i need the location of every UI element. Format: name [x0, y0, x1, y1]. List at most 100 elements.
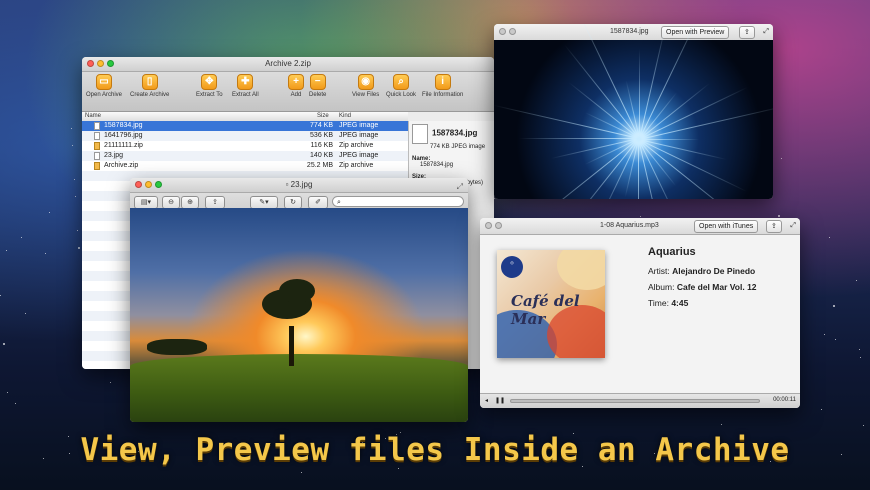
zip-file-icon: [94, 142, 100, 150]
album-value: Cafe del Mar Vol. 12: [676, 282, 757, 292]
file-kind: Zip archive: [339, 142, 374, 149]
quick-look-button[interactable]: ⌕ Quick Look: [386, 74, 416, 98]
file-name: 1641796.jpg: [104, 132, 143, 139]
star: [77, 246, 80, 249]
star: [639, 216, 641, 218]
archive-toolbar: ▭ Open Archive ▯ Create Archive ✥ Extract T…: [82, 72, 494, 112]
view-files-button[interactable]: ◉ View Files: [352, 74, 379, 98]
minimize-button[interactable]: [97, 60, 104, 67]
close-button[interactable]: [87, 60, 94, 67]
album-label: Album:: [648, 282, 675, 292]
open-archive-button[interactable]: ▭ Open Archive: [86, 74, 122, 98]
open-with-preview-button[interactable]: Open with Preview: [661, 26, 730, 39]
file-size: 25.2 MB: [306, 162, 333, 169]
progress-slider[interactable]: [510, 399, 760, 403]
extract-all-label: Extract All: [232, 92, 259, 98]
star: [76, 229, 78, 231]
fullscreen-icon[interactable]: ⤢: [790, 218, 796, 234]
zoom-button[interactable]: [155, 181, 162, 188]
file-size: 140 KB: [310, 152, 333, 159]
jpeg-file-icon: [94, 132, 100, 140]
file-thumbnail-icon: [412, 124, 428, 144]
file-information-button[interactable]: i File Information: [422, 74, 463, 98]
sunset-tree-image: [130, 208, 468, 422]
delete-label: Delete: [309, 92, 327, 98]
create-archive-button[interactable]: ▯ Create Archive: [130, 74, 169, 98]
share-icon[interactable]: ⇪: [766, 220, 782, 233]
cover-logo: Café del Mar: [511, 292, 580, 328]
preview-title: 23.jpg: [290, 180, 313, 189]
star: [6, 249, 8, 251]
jpeg-file-icon: [94, 122, 100, 130]
promo-caption: View, Preview files Inside an Archive: [80, 432, 790, 468]
tree-crown: [278, 278, 315, 303]
archive-titlebar[interactable]: Archive 2.zip: [82, 57, 494, 72]
track-title: Aquarius: [648, 246, 696, 258]
cover-badge: ◎: [501, 256, 523, 278]
file-name: 1587834.jpg: [104, 122, 143, 129]
close-button[interactable]: [485, 222, 492, 229]
file-row[interactable]: 1641796.jpg 536 KB JPEG image: [82, 131, 408, 141]
delete-icon: −: [309, 74, 326, 90]
preview-titlebar[interactable]: ▫ 23.jpg ⤢: [130, 178, 468, 193]
star: [71, 127, 72, 129]
extract-all-button[interactable]: ✚ Extract All: [232, 74, 259, 98]
minimize-button[interactable]: [145, 181, 152, 188]
minimize-button[interactable]: [495, 222, 502, 229]
artist-label: Artist:: [648, 266, 670, 276]
minimize-button[interactable]: [509, 28, 516, 35]
quicklook-image-window: 1587834.jpg Open with Preview ⇪ ⤢: [494, 24, 773, 199]
window-controls: [499, 28, 516, 35]
file-row[interactable]: 21111111.zip 116 KB Zip archive: [82, 141, 408, 151]
col-kind[interactable]: Kind: [339, 112, 351, 121]
file-name: 21111111.zip: [104, 142, 143, 149]
file-kind: JPEG image: [339, 122, 379, 129]
file-information-label: File Information: [422, 92, 464, 98]
file-size: 774 KB: [310, 122, 333, 129]
track-metadata: Aquarius Artist: Alejandro De Pinedo Alb…: [648, 246, 757, 314]
open-archive-icon: ▭: [96, 74, 113, 90]
file-size: 116 KB: [310, 142, 333, 149]
window-controls: [87, 60, 114, 67]
create-archive-icon: ▯: [141, 74, 158, 90]
grass: [130, 353, 468, 422]
fullscreen-icon[interactable]: ⤢: [763, 24, 769, 40]
star: [20, 236, 22, 238]
file-row[interactable]: 1587834.jpg 774 KB JPEG image: [82, 121, 408, 131]
quicklook-titlebar[interactable]: 1587834.jpg Open with Preview ⇪ ⤢: [494, 24, 773, 41]
tree-trunk: [288, 326, 294, 367]
delete-button[interactable]: − Delete: [309, 74, 326, 98]
add-button[interactable]: + Add: [288, 74, 304, 98]
share-icon[interactable]: ⇪: [739, 26, 755, 39]
info-file-sub: 774 KB JPEG image: [430, 144, 486, 150]
file-row[interactable]: 23.jpg 140 KB JPEG image: [82, 151, 408, 161]
audio-titlebar[interactable]: 1-08 Aquarius.mp3 Open with iTunes ⇪ ⤢: [480, 218, 800, 235]
volume-icon[interactable]: ◂: [485, 397, 488, 404]
zoom-button[interactable]: [107, 60, 114, 67]
view-files-icon: ◉: [357, 74, 374, 90]
extract-to-label: Extract To: [196, 92, 223, 98]
search-icon: ⌕: [337, 199, 341, 206]
extract-to-button[interactable]: ✥ Extract To: [196, 74, 223, 98]
close-button[interactable]: [499, 28, 506, 35]
file-row[interactable]: Archive.zip 25.2 MB Zip archive: [82, 161, 408, 171]
audio-player-bar: ◂ ❚❚ 00:00:11: [480, 393, 800, 408]
file-kind: JPEG image: [339, 132, 379, 139]
create-archive-label: Create Archive: [130, 92, 170, 98]
col-size[interactable]: Size: [317, 112, 329, 121]
quick-look-label: Quick Look: [386, 92, 417, 98]
album-cover: ◎ Café del Mar: [497, 250, 605, 358]
light-ray: [639, 138, 700, 140]
file-size: 536 KB: [310, 132, 333, 139]
quicklook-title: 1587834.jpg: [610, 28, 649, 35]
fullscreen-icon[interactable]: ⤢: [457, 180, 463, 194]
search-input[interactable]: ⌕: [332, 196, 464, 207]
pause-icon[interactable]: ❚❚: [495, 397, 505, 404]
quicklook-audio-window: 1-08 Aquarius.mp3 Open with iTunes ⇪ ⤢ ◎…: [480, 218, 800, 408]
star: [301, 471, 303, 473]
close-button[interactable]: [135, 181, 142, 188]
open-with-itunes-button[interactable]: Open with iTunes: [694, 220, 759, 233]
add-icon: +: [288, 74, 304, 90]
star: [44, 252, 46, 254]
col-name[interactable]: Name: [85, 112, 101, 121]
